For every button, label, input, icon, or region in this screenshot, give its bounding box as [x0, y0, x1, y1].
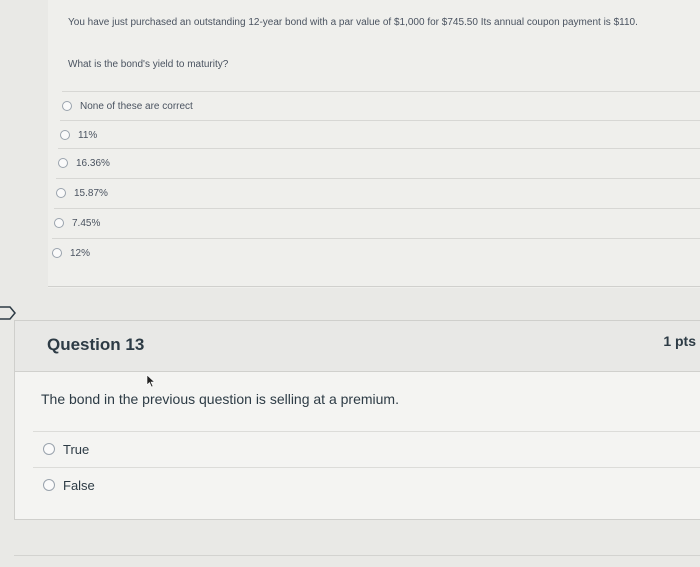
mouse-cursor-icon [146, 374, 156, 388]
answer-label: 12% [70, 247, 91, 259]
answer-label: True [63, 441, 90, 457]
answer-option[interactable]: 16.36% [58, 148, 700, 177]
answer-label: False [63, 477, 95, 493]
radio-button[interactable] [43, 443, 55, 455]
answer-label: 15.87% [74, 187, 108, 199]
answer-option-true[interactable]: True [33, 431, 700, 466]
question-title: Question 13 [47, 335, 145, 354]
question-12-text: You have just purchased an outstanding 1… [68, 17, 638, 28]
radio-button[interactable] [58, 158, 68, 168]
answer-label: None of these are correct [80, 100, 193, 112]
answer-label: 16.36% [76, 157, 110, 169]
answer-option[interactable]: 12% [52, 238, 700, 267]
radio-button[interactable] [60, 130, 70, 140]
answer-label: 7.45% [72, 217, 101, 229]
radio-button[interactable] [54, 218, 64, 228]
radio-button[interactable] [62, 101, 72, 111]
answer-option[interactable]: 7.45% [54, 208, 700, 237]
radio-button[interactable] [52, 248, 62, 258]
question-points: 1 pts [663, 333, 696, 349]
answer-label: 11% [78, 129, 98, 141]
answer-option[interactable]: 15.87% [56, 178, 700, 207]
answer-option-false[interactable]: False [33, 467, 700, 502]
divider [48, 286, 700, 287]
divider [14, 555, 700, 556]
question-13-header: Question 13 1 pts [15, 321, 700, 372]
answer-option[interactable]: 11% [60, 120, 700, 149]
radio-button[interactable] [56, 188, 66, 198]
question-13-card: Question 13 1 pts The bond in the previo… [14, 320, 700, 520]
answer-option[interactable]: None of these are correct [62, 91, 700, 120]
question-12-body: You have just purchased an outstanding 1… [48, 0, 700, 288]
question-12-prompt: What is the bond's yield to maturity? [68, 59, 229, 70]
question-flag-icon[interactable] [0, 305, 16, 321]
question-13-text: The bond in the previous question is sel… [41, 391, 399, 407]
radio-button[interactable] [43, 479, 55, 491]
